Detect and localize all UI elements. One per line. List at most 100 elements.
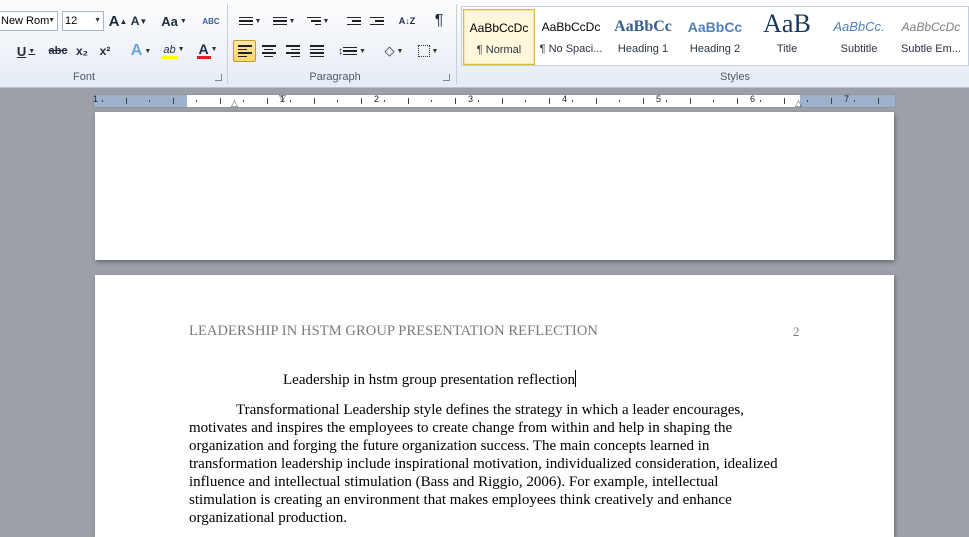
ruler-tick xyxy=(572,100,573,102)
font-group-label: Font xyxy=(72,71,95,83)
align-left-icon xyxy=(237,45,252,57)
ruler-tick xyxy=(243,100,244,102)
highlight-button[interactable]: ab ▼ xyxy=(158,40,190,62)
ruler-number: 2 xyxy=(374,94,380,104)
justify-button[interactable] xyxy=(305,40,328,62)
decrease-indent-button[interactable] xyxy=(343,10,365,32)
ruler-tick xyxy=(407,98,409,104)
align-left-button[interactable] xyxy=(233,40,256,62)
ruler-tick xyxy=(736,98,738,104)
text-effects-button[interactable]: A ▼ xyxy=(126,40,156,62)
style-sample: AaBbCcDc xyxy=(469,21,529,35)
style-sample: AaBbCc. xyxy=(833,19,885,34)
right-indent-marker[interactable]: △ xyxy=(795,98,802,109)
style-no-spacing[interactable]: AaBbCcDc ¶ No Spaci... xyxy=(535,9,607,65)
style-normal[interactable]: AaBbCcDc ¶ Normal xyxy=(463,9,535,65)
ruler-tick xyxy=(689,98,691,104)
hanging-indent-marker[interactable]: △ xyxy=(231,98,238,109)
clear-formatting-button[interactable]: ABC xyxy=(200,10,222,32)
ruler-tick xyxy=(619,100,620,102)
page-header[interactable]: LEADERSHIP IN HSTM GROUP PRESENTATION RE… xyxy=(189,323,598,340)
borders-icon xyxy=(417,45,430,57)
style-sample: AaB xyxy=(763,9,811,38)
chevron-down-icon[interactable]: ▼ xyxy=(94,17,101,24)
ruler-tick xyxy=(760,100,761,102)
ruler-tick xyxy=(525,100,526,102)
first-line-indent-marker[interactable]: ▽ xyxy=(279,93,286,104)
styles-gallery: AaBbCcDc ¶ Normal AaBbCcDc ¶ No Spaci...… xyxy=(461,6,969,66)
chevron-down-icon: ▼ xyxy=(144,47,152,55)
ruler-number: 3 xyxy=(468,94,474,104)
ruler-tick xyxy=(125,98,127,104)
style-name: Subtle Em... xyxy=(901,43,961,55)
grow-font-button[interactable]: A ▲ xyxy=(108,10,128,32)
font-size-combo[interactable]: 12 ▼ xyxy=(62,11,104,31)
document-page[interactable] xyxy=(95,112,894,260)
align-center-button[interactable] xyxy=(257,40,280,62)
style-heading-2[interactable]: AaBbCc Heading 2 xyxy=(679,9,751,65)
line-spacing-lines xyxy=(343,46,358,56)
chevron-down-icon: ▼ xyxy=(28,47,36,55)
ruler-tick xyxy=(313,98,315,104)
clear-formatting-icon: ABC xyxy=(202,16,220,26)
highlight-icon: ab xyxy=(163,43,176,56)
styles-group-label: Styles xyxy=(720,71,750,83)
chevron-down-icon: ▼ xyxy=(177,46,185,53)
body-paragraph[interactable]: Transformational Leadership style define… xyxy=(189,401,789,527)
strikethrough-button[interactable]: abc xyxy=(46,40,70,62)
style-name: Heading 1 xyxy=(617,43,669,55)
font-name-value: New Rom xyxy=(1,15,50,27)
sort-button[interactable]: A↓Z xyxy=(396,10,418,32)
subscript-button[interactable]: x₂ xyxy=(72,40,92,62)
borders-button[interactable]: ▼ xyxy=(413,40,443,62)
ruler-number: 4 xyxy=(562,94,568,104)
document-page[interactable]: LEADERSHIP IN HSTM GROUP PRESENTATION RE… xyxy=(95,275,894,537)
ruler-tick xyxy=(478,100,479,102)
page-number[interactable]: 2 xyxy=(793,324,800,340)
ruler-tick xyxy=(196,100,197,102)
font-color-button[interactable]: A ▼ xyxy=(194,40,222,62)
align-right-button[interactable] xyxy=(281,40,304,62)
decrease-indent-icon xyxy=(347,16,361,26)
subscript-icon: x₂ xyxy=(75,44,88,58)
ruler-tick xyxy=(431,100,432,102)
ruler-tick xyxy=(290,100,291,102)
style-sample: AaBbCc xyxy=(614,18,672,35)
font-name-combo[interactable]: New Rom ▼ xyxy=(0,11,58,31)
group-separator xyxy=(456,4,457,84)
chevron-down-icon: ▼ xyxy=(179,17,187,25)
ruler-tick xyxy=(219,98,221,104)
multilevel-list-icon xyxy=(306,16,321,26)
line-spacing-button[interactable]: ↕ ▼ xyxy=(336,40,368,62)
numbering-button[interactable]: ▼ xyxy=(269,10,299,32)
underline-button[interactable]: U ▼ xyxy=(14,40,38,62)
style-heading-1[interactable]: AaBbCc Heading 1 xyxy=(607,9,679,65)
group-separator xyxy=(227,4,228,84)
style-title[interactable]: AaB Title xyxy=(751,9,823,65)
superscript-button[interactable]: x² xyxy=(95,40,115,62)
document-title[interactable]: Leadership in hstm group presentation re… xyxy=(283,370,576,389)
dialog-launcher-icon[interactable] xyxy=(215,74,222,81)
increase-indent-button[interactable] xyxy=(366,10,388,32)
shrink-font-button[interactable]: A ▼ xyxy=(130,10,148,32)
chevron-down-icon[interactable]: ▼ xyxy=(48,17,55,24)
style-name: Title xyxy=(776,43,798,55)
change-case-button[interactable]: Aa ▼ xyxy=(160,10,188,32)
style-subtle-emphasis[interactable]: AaBbCcDc Subtle Em... xyxy=(895,9,967,65)
ruler-number: 5 xyxy=(656,94,662,104)
horizontal-ruler[interactable]: 1 1 2 3 4 5 6 7 ▽ △ △ xyxy=(93,93,896,109)
dialog-launcher-icon[interactable] xyxy=(443,74,450,81)
ruler-tick xyxy=(102,100,103,102)
change-case-icon: Aa xyxy=(161,13,178,29)
ruler-tick xyxy=(642,98,644,104)
style-name: ¶ Normal xyxy=(476,44,522,56)
multilevel-list-button[interactable]: ▼ xyxy=(303,10,333,32)
bullets-button[interactable]: ▼ xyxy=(235,10,265,32)
ruler-tick xyxy=(501,98,503,104)
shading-button[interactable]: ◇ ▼ xyxy=(378,40,410,62)
ruler-tick xyxy=(454,98,456,104)
ruler-number: 6 xyxy=(750,94,756,104)
ruler-number: 7 xyxy=(844,94,850,104)
style-subtitle[interactable]: AaBbCc. Subtitle xyxy=(823,9,895,65)
show-formatting-marks-button[interactable]: ¶ xyxy=(428,10,450,32)
